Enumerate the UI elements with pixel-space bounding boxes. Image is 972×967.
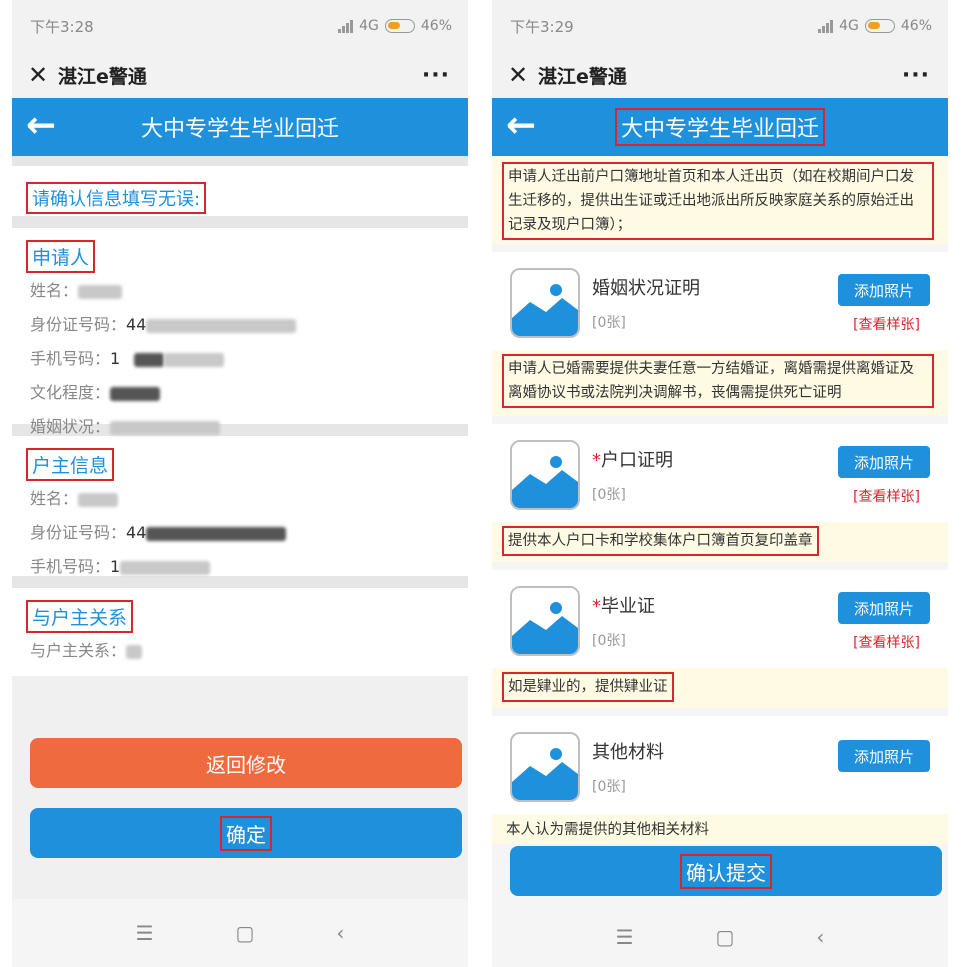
system-nav-bar: ☰ ▢ ‹ bbox=[12, 899, 468, 967]
back-arrow-icon[interactable]: ← bbox=[26, 104, 56, 148]
confirm-prompt: 请确认信息填写无误: bbox=[26, 182, 207, 214]
status-bar: 下午3:28 4G 46% bbox=[12, 0, 468, 52]
required-mark: * bbox=[592, 596, 601, 617]
add-photo-button[interactable]: 添加照片 bbox=[838, 446, 930, 478]
app-title-bar: ✕ 湛江e警通 ··· bbox=[12, 52, 468, 98]
confirm-button-label: 确定 bbox=[220, 815, 272, 851]
back-arrow-icon[interactable]: ← bbox=[506, 104, 536, 148]
close-icon[interactable]: ✕ bbox=[508, 61, 538, 89]
photo-count: [0张] bbox=[592, 633, 626, 649]
signal-icon bbox=[338, 19, 354, 33]
page-title: 大中专学生毕业回迁 bbox=[614, 108, 825, 146]
applicant-id-row: 身份证号码：44 bbox=[12, 308, 468, 342]
home-icon[interactable]: ▢ bbox=[716, 925, 735, 949]
battery-icon bbox=[384, 19, 415, 33]
submit-button-label: 确认提交 bbox=[680, 853, 772, 889]
upload-item-marriage: 婚姻状况证明 [0张] 添加照片 [查看样张] bbox=[492, 252, 948, 350]
applicant-phone-row: 手机号码：1 bbox=[12, 342, 468, 376]
image-placeholder-icon bbox=[510, 440, 580, 510]
upload-item-household: *户口证明 [0张] 添加照片 [查看样张] bbox=[492, 424, 948, 522]
right-screen: 下午3:29 4G 46% ✕ 湛江e警通 ··· ← 大中专学生毕业回迁 申请… bbox=[492, 0, 948, 967]
note-household: 提供本人户口卡和学校集体户口簿首页复印盖章 bbox=[492, 522, 948, 562]
householder-id-row: 身份证号码：44 bbox=[12, 516, 468, 550]
view-sample-link[interactable]: [查看样张] bbox=[853, 632, 920, 652]
householder-title: 户主信息 bbox=[26, 448, 115, 481]
status-bar: 下午3:29 4G 46% bbox=[492, 0, 948, 52]
note-other: 本人认为需提供的其他相关材料 bbox=[492, 814, 948, 844]
submit-button[interactable]: 确认提交 bbox=[510, 846, 942, 896]
applicant-name-row: 姓名： bbox=[12, 274, 468, 308]
nav-back-icon[interactable]: ‹ bbox=[336, 921, 344, 945]
battery-level: 46% bbox=[900, 18, 932, 34]
photo-count: [0张] bbox=[592, 487, 626, 503]
relation-row: 与户主关系： bbox=[12, 634, 468, 668]
add-photo-button[interactable]: 添加照片 bbox=[838, 740, 930, 772]
relation-section: 与户主关系 与户主关系： bbox=[12, 588, 468, 676]
signal-icon bbox=[818, 19, 834, 33]
more-menu-icon[interactable]: ··· bbox=[422, 63, 450, 88]
required-mark: * bbox=[592, 450, 601, 471]
more-menu-icon[interactable]: ··· bbox=[902, 63, 930, 88]
menu-icon[interactable]: ☰ bbox=[616, 925, 634, 949]
upload-item-diploma: *毕业证 [0张] 添加照片 [查看样张] bbox=[492, 570, 948, 668]
page-header: ← 大中专学生毕业回迁 bbox=[12, 98, 468, 156]
app-title: 湛江e警通 bbox=[58, 65, 147, 88]
note-marriage: 申请人已婚需要提供夫妻任意一方结婚证，离婚需提供离婚证及离婚协议书或法院判决调解… bbox=[492, 350, 948, 416]
nav-back-icon[interactable]: ‹ bbox=[816, 925, 824, 949]
item-name: 其他材料 bbox=[592, 742, 664, 763]
item-name: *户口证明 bbox=[592, 450, 673, 471]
householder-section: 户主信息 姓名： 身份证号码：44 手机号码：1 bbox=[12, 436, 468, 576]
image-placeholder-icon bbox=[510, 732, 580, 802]
photo-count: [0张] bbox=[592, 315, 626, 331]
network-type: 4G bbox=[839, 18, 859, 34]
app-title-bar: ✕ 湛江e警通 ··· bbox=[492, 52, 948, 98]
view-sample-link[interactable]: [查看样张] bbox=[853, 486, 920, 506]
system-nav-bar: ☰ ▢ ‹ bbox=[492, 907, 948, 967]
left-screen: 下午3:28 4G 46% ✕ 湛江e警通 ··· ← 大中专学生毕业回迁 请确… bbox=[12, 0, 468, 967]
image-placeholder-icon bbox=[510, 586, 580, 656]
add-photo-button[interactable]: 添加照片 bbox=[838, 592, 930, 624]
note-household-register: 申请人迁出前户口簿地址首页和本人迁出页（如在校期间户口发生迁移的，提供出生证或迁… bbox=[492, 156, 948, 244]
menu-icon[interactable]: ☰ bbox=[136, 921, 154, 945]
status-time: 下午3:29 bbox=[510, 17, 574, 36]
upload-item-other: 其他材料 [0张] 添加照片 bbox=[492, 716, 948, 814]
item-name: 婚姻状况证明 bbox=[592, 278, 700, 299]
note-diploma: 如是肄业的，提供肄业证 bbox=[492, 668, 948, 708]
householder-name-row: 姓名： bbox=[12, 482, 468, 516]
back-edit-button[interactable]: 返回修改 bbox=[30, 738, 462, 788]
close-icon[interactable]: ✕ bbox=[28, 61, 58, 89]
app-title: 湛江e警通 bbox=[538, 65, 627, 88]
home-icon[interactable]: ▢ bbox=[236, 921, 255, 945]
applicant-section: 申请人 姓名： 身份证号码：44 手机号码：1 文化程度： 婚姻状况： bbox=[12, 228, 468, 436]
page-title: 大中专学生毕业回迁 bbox=[140, 117, 339, 142]
status-time: 下午3:28 bbox=[30, 17, 94, 36]
image-placeholder-icon bbox=[510, 268, 580, 338]
add-photo-button[interactable]: 添加照片 bbox=[838, 274, 930, 306]
view-sample-link[interactable]: [查看样张] bbox=[853, 314, 920, 334]
network-type: 4G bbox=[359, 18, 379, 34]
confirm-button[interactable]: 确定 bbox=[30, 808, 462, 858]
battery-icon bbox=[864, 19, 895, 33]
item-name: *毕业证 bbox=[592, 596, 655, 617]
photo-count: [0张] bbox=[592, 779, 626, 795]
relation-title: 与户主关系 bbox=[26, 600, 134, 633]
applicant-title: 申请人 bbox=[26, 240, 96, 273]
applicant-education-row: 文化程度： bbox=[12, 376, 468, 410]
page-header: ← 大中专学生毕业回迁 bbox=[492, 98, 948, 156]
battery-level: 46% bbox=[420, 18, 452, 34]
